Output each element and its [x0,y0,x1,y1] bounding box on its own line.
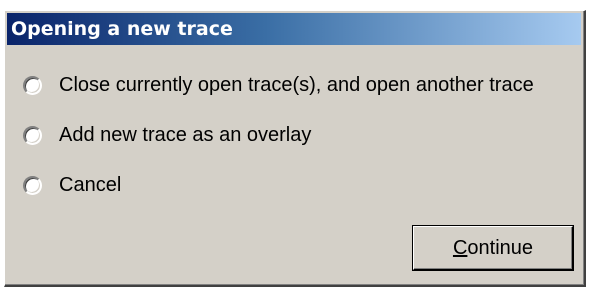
dialog-window: Opening a new trace Close currently open… [4,10,586,287]
option-label: Add new trace as an overlay [59,124,312,146]
radio-button[interactable] [23,176,42,195]
dialog-title: Opening a new trace [11,18,233,40]
option-add-overlay[interactable]: Add new trace as an overlay [23,124,311,147]
radio-button[interactable] [23,76,42,95]
radio-button[interactable] [23,126,42,145]
continue-mnemonic: C [452,236,468,259]
continue-button[interactable]: Continue [413,226,573,270]
option-cancel[interactable]: Cancel [23,174,121,197]
option-close-and-open[interactable]: Close currently open trace(s), and open … [23,74,534,97]
option-label: Close currently open trace(s), and open … [59,74,534,96]
title-bar[interactable]: Opening a new trace [7,13,581,45]
continue-button-label: Continue [453,237,533,260]
continue-label-rest: ontinue [467,236,534,259]
option-label: Cancel [59,174,122,196]
